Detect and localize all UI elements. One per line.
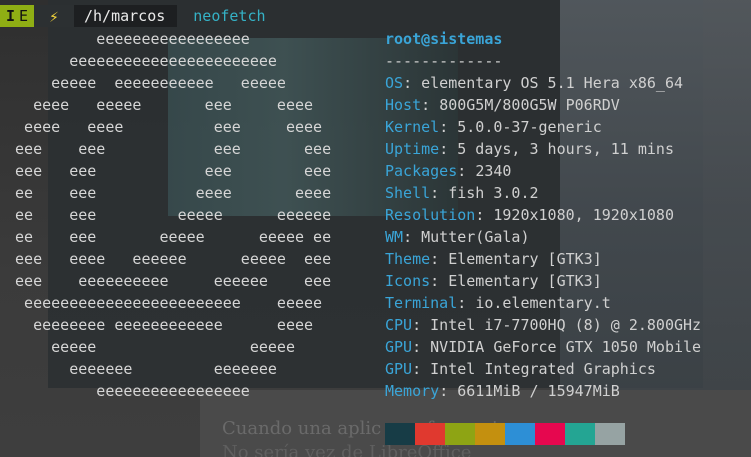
info-value: elementary OS 5.1 Hera x86_64 (421, 74, 684, 92)
info-value: 6611MiB / 15947MiB (457, 382, 620, 400)
info-value: fish 3.0.2 (448, 184, 539, 202)
info-separator: : (439, 382, 458, 400)
info-value: 1920x1080, 1920x1080 (493, 206, 674, 224)
typed-command: neofetch (193, 7, 266, 25)
info-key: Host (385, 96, 422, 114)
info-row: Uptime: 5 days, 3 hours, 11 mins (385, 138, 701, 160)
info-value: Mutter(Gala) (421, 228, 530, 246)
info-row: Theme: Elementary [GTK3] (385, 248, 701, 270)
info-separator: : (412, 338, 431, 356)
info-key: WM (385, 228, 404, 246)
info-key: GPU (385, 338, 413, 356)
info-separator: : (457, 162, 476, 180)
user-host-header: root@sistemas (385, 28, 701, 50)
mode-letter-i: I (5, 7, 15, 25)
vi-mode-segment: I E (0, 5, 34, 27)
header-separator: ------------- (385, 52, 503, 70)
info-key: Shell (385, 184, 431, 202)
info-row: OS: elementary OS 5.1 Hera x86_64 (385, 72, 701, 94)
username: root (385, 30, 422, 48)
info-key: Theme (385, 250, 431, 268)
info-value: 5 days, 3 hours, 11 mins (457, 140, 674, 158)
bolt-icon: ⚡ (34, 5, 74, 27)
shell-prompt: I E ⚡ /h/marcos neofetch (0, 5, 266, 27)
info-separator: : (457, 294, 476, 312)
info-row: Memory: 6611MiB / 15947MiB (385, 380, 701, 402)
info-row: Packages: 2340 (385, 160, 701, 182)
info-separator: : (403, 74, 422, 92)
info-value: Intel Integrated Graphics (430, 360, 656, 378)
info-row: Host: 800G5M/800G5W P06RDV (385, 94, 701, 116)
info-key: Uptime (385, 140, 440, 158)
info-key: Memory (385, 382, 440, 400)
info-key: GPU (385, 360, 413, 378)
color-swatch (535, 423, 565, 445)
color-palette (385, 423, 625, 445)
color-swatch (565, 423, 595, 445)
info-row: GPU: Intel Integrated Graphics (385, 358, 701, 380)
hostname: sistemas (430, 30, 503, 48)
info-value: io.elementary.t (475, 294, 611, 312)
info-row: GPU: NVIDIA GeForce GTX 1050 Mobile (385, 336, 701, 358)
info-key: Kernel (385, 118, 440, 136)
info-value: 800G5M/800G5W P06RDV (439, 96, 620, 114)
info-separator: : (403, 228, 422, 246)
color-swatch (505, 423, 535, 445)
prompt-path: /h/marcos (74, 5, 178, 27)
info-key: Icons (385, 272, 431, 290)
info-separator: : (412, 316, 431, 334)
color-swatch (595, 423, 625, 445)
at-sign: @ (421, 30, 431, 48)
info-key: Terminal (385, 294, 458, 312)
info-separator: : (475, 206, 494, 224)
color-swatch (415, 423, 445, 445)
info-value: 5.0.0-37-generic (457, 118, 602, 136)
color-swatch (475, 423, 505, 445)
info-separator: : (430, 184, 449, 202)
elementary-ascii-logo: eeeeeeeeeeeeeeeee eeeeeeeeeeeeeeeeeeeeee… (15, 30, 332, 400)
system-info: root@sistemas ------------- OS: elementa… (385, 28, 701, 402)
info-value: Elementary [GTK3] (448, 272, 602, 290)
info-row: CPU: Intel i7-7700HQ (8) @ 2.800GHz (385, 314, 701, 336)
info-row: Resolution: 1920x1080, 1920x1080 (385, 204, 701, 226)
info-key: OS (385, 74, 404, 92)
info-value: Elementary [GTK3] (448, 250, 602, 268)
info-row: WM: Mutter(Gala) (385, 226, 701, 248)
info-value: 2340 (475, 162, 512, 180)
info-separator: : (439, 140, 458, 158)
info-separator: : (439, 118, 458, 136)
info-key: Resolution (385, 206, 476, 224)
color-swatch (445, 423, 475, 445)
color-swatch (385, 423, 415, 445)
mode-letter-e: E (19, 7, 29, 25)
info-row: Kernel: 5.0.0-37-generic (385, 116, 701, 138)
info-separator: : (412, 360, 431, 378)
info-key: Packages (385, 162, 458, 180)
info-row: Icons: Elementary [GTK3] (385, 270, 701, 292)
info-row: Terminal: io.elementary.t (385, 292, 701, 314)
info-separator: : (430, 250, 449, 268)
info-key: CPU (385, 316, 413, 334)
info-value: NVIDIA GeForce GTX 1050 Mobile (430, 338, 702, 356)
info-row: Shell: fish 3.0.2 (385, 182, 701, 204)
info-separator: : (430, 272, 449, 290)
info-separator: : (421, 96, 440, 114)
info-value: Intel i7-7700HQ (8) @ 2.800GHz (430, 316, 702, 334)
